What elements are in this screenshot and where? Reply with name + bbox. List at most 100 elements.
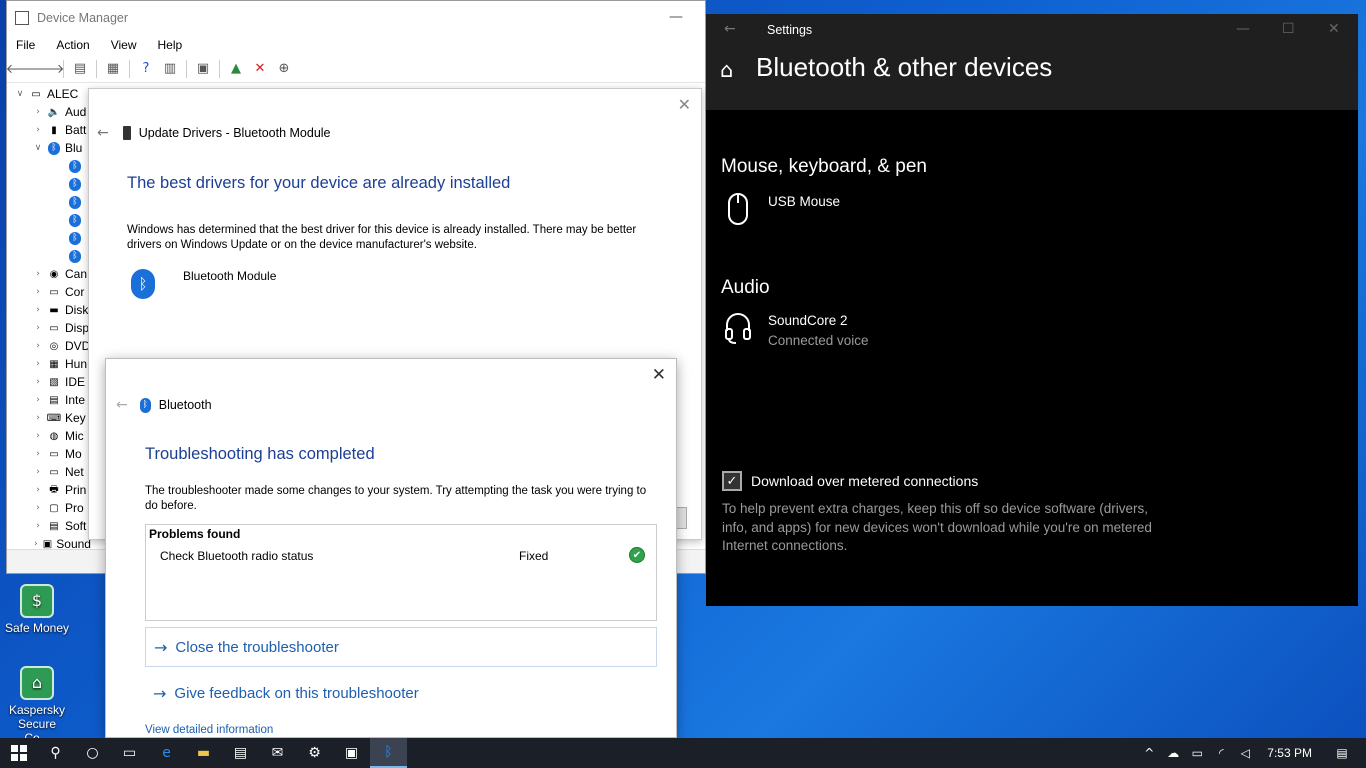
help-icon[interactable]: ?	[136, 59, 156, 79]
device-item-soundcore[interactable]: SoundCore 2 Connected voice	[724, 311, 869, 351]
back-arrow-icon[interactable]: ←	[724, 21, 736, 37]
expand-chevron-icon[interactable]: ›	[31, 485, 45, 495]
volume-icon[interactable]: ◁	[1233, 746, 1257, 760]
show-hide-tree-icon[interactable]: ▤	[70, 59, 90, 79]
close-icon[interactable]: ✕	[1328, 21, 1340, 37]
tree-item[interactable]: ∨ ᛒ Blu	[7, 139, 91, 157]
expand-chevron-icon[interactable]: ›	[31, 359, 45, 369]
tree-item[interactable]: › ▣ Sound	[7, 535, 91, 549]
disable-device-icon[interactable]: ⊕	[274, 59, 294, 79]
menu-view[interactable]: View	[111, 38, 146, 52]
close-icon[interactable]: ✕	[678, 95, 691, 114]
title-bar[interactable]: Device Manager	[7, 1, 705, 35]
tree-child-item[interactable]: ᛒ	[7, 211, 91, 229]
tree-item[interactable]: › ▭ Cor	[7, 283, 91, 301]
collapse-chevron-icon[interactable]: ∨	[13, 89, 27, 99]
collapse-chevron-icon[interactable]: ∨	[31, 143, 45, 153]
tree-item[interactable]: › ▮ Batt	[7, 121, 91, 139]
close-troubleshooter-link[interactable]: → Close the troubleshooter	[145, 627, 657, 667]
title-bar[interactable]: ← Settings — ☐ ✕	[706, 14, 1358, 48]
uninstall-device-icon[interactable]: ✕	[250, 59, 270, 79]
tree-child-item[interactable]: ᛒ	[7, 247, 91, 265]
desktop-icon-safe-money[interactable]: $ Safe Money	[4, 584, 70, 635]
tree-item[interactable]: › ⌨ Key	[7, 409, 91, 427]
expand-chevron-icon[interactable]: ›	[31, 107, 45, 117]
tree-child-item[interactable]: ᛒ	[7, 157, 91, 175]
expand-chevron-icon[interactable]: ›	[31, 377, 45, 387]
expand-chevron-icon[interactable]: ›	[31, 503, 45, 513]
tree-item[interactable]: › ▭ Mo	[7, 445, 91, 463]
tree-item[interactable]: › ▭ Disp	[7, 319, 91, 337]
minimize-icon[interactable]: —	[669, 9, 683, 25]
file-explorer-icon[interactable]: ▬	[185, 738, 222, 768]
tree-item[interactable]: › ▧ IDE	[7, 373, 91, 391]
expand-chevron-icon[interactable]: ›	[31, 341, 45, 351]
tree-item[interactable]: › ▦ Hun	[7, 355, 91, 373]
wifi-icon[interactable]: ◜	[1209, 746, 1233, 760]
expand-chevron-icon[interactable]: ›	[31, 467, 45, 477]
expand-chevron-icon[interactable]: ›	[31, 269, 45, 279]
tree-item[interactable]: › ◎ DVD	[7, 337, 91, 355]
bluetooth-icon[interactable]: ᛒ	[370, 738, 407, 768]
cortana-icon[interactable]: ○	[74, 738, 111, 768]
dialog-heading: The best drivers for your device are alr…	[127, 174, 511, 192]
tree-item[interactable]: › ▬ Disk	[7, 301, 91, 319]
expand-chevron-icon[interactable]: ›	[31, 323, 45, 333]
view-detailed-information-link[interactable]: View detailed information	[145, 724, 273, 736]
battery-icon[interactable]: ▭	[1185, 746, 1209, 760]
clock[interactable]: 7:53 PM	[1267, 746, 1312, 760]
checkbox-checked-icon[interactable]: ✓	[722, 471, 742, 491]
expand-chevron-icon[interactable]: ›	[31, 395, 45, 405]
update-driver-icon[interactable]: ▲	[226, 59, 246, 79]
tree-item[interactable]: › 🔈 Aud	[7, 103, 91, 121]
tree-root[interactable]: ∨ ▭ ALEC	[7, 85, 91, 103]
device-item-usb-mouse[interactable]: USB Mouse	[724, 192, 840, 226]
properties-icon[interactable]: ▦	[103, 59, 123, 79]
tree-item[interactable]: › ◉ Can	[7, 265, 91, 283]
minimize-icon[interactable]: —	[1236, 21, 1250, 37]
expand-chevron-icon[interactable]: ›	[31, 125, 45, 135]
expand-chevron-icon[interactable]: ›	[31, 539, 41, 549]
resources-icon[interactable]: ▥	[160, 59, 180, 79]
search-icon[interactable]: ⚲	[37, 738, 74, 768]
expand-chevron-icon[interactable]: ›	[31, 287, 45, 297]
tree-item[interactable]: › ◍ Mic	[7, 427, 91, 445]
mail-icon[interactable]: ✉	[259, 738, 296, 768]
tree-item[interactable]: › ▤ Inte	[7, 391, 91, 409]
give-feedback-link[interactable]: → Give feedback on this troubleshooter	[145, 673, 657, 713]
task-view-icon[interactable]: ▭	[111, 738, 148, 768]
tree-child-item[interactable]: ᛒ	[7, 175, 91, 193]
back-arrow-icon[interactable]: ←	[97, 125, 109, 141]
maximize-icon[interactable]: ☐	[1282, 21, 1295, 37]
forward-arrow-icon[interactable]: 🡒	[30, 59, 65, 79]
back-arrow-icon[interactable]: ←	[116, 397, 128, 413]
tree-item[interactable]: › ▭ Net	[7, 463, 91, 481]
expand-chevron-icon[interactable]: ›	[31, 431, 45, 441]
store-icon[interactable]: ▤	[222, 738, 259, 768]
device-manager-icon[interactable]: ▣	[333, 738, 370, 768]
settings-icon[interactable]: ⚙	[296, 738, 333, 768]
close-icon[interactable]: ✕	[652, 365, 666, 385]
expand-chevron-icon[interactable]: ›	[31, 413, 45, 423]
metered-connections-checkbox[interactable]: ✓ Download over metered connections	[722, 471, 978, 491]
tree-item-label: Disk	[65, 303, 89, 317]
start-icon[interactable]	[0, 738, 37, 768]
chevron-up-icon[interactable]: ^	[1137, 746, 1161, 760]
expand-chevron-icon[interactable]: ›	[31, 521, 45, 531]
tree-child-item[interactable]: ᛒ	[7, 229, 91, 247]
menu-file[interactable]: File	[16, 38, 44, 52]
menu-help[interactable]: Help	[158, 38, 192, 52]
tree-item[interactable]: › 🖶 Prin	[7, 481, 91, 499]
action-center-icon[interactable]: ▤	[1330, 746, 1354, 760]
desktop-icon-kaspersky[interactable]: ⌂ Kaspersky Secure Co...	[4, 666, 70, 745]
menu-action[interactable]: Action	[56, 38, 98, 52]
home-icon[interactable]: ⌂	[720, 58, 733, 82]
expand-chevron-icon[interactable]: ›	[31, 305, 45, 315]
edge-icon[interactable]: e	[148, 738, 185, 768]
tree-item[interactable]: › ▢ Pro	[7, 499, 91, 517]
onedrive-icon[interactable]: ☁	[1161, 746, 1185, 760]
tree-item[interactable]: › ▤ Soft	[7, 517, 91, 535]
scan-hardware-icon[interactable]: ▣	[193, 59, 213, 79]
expand-chevron-icon[interactable]: ›	[31, 449, 45, 459]
tree-child-item[interactable]: ᛒ	[7, 193, 91, 211]
